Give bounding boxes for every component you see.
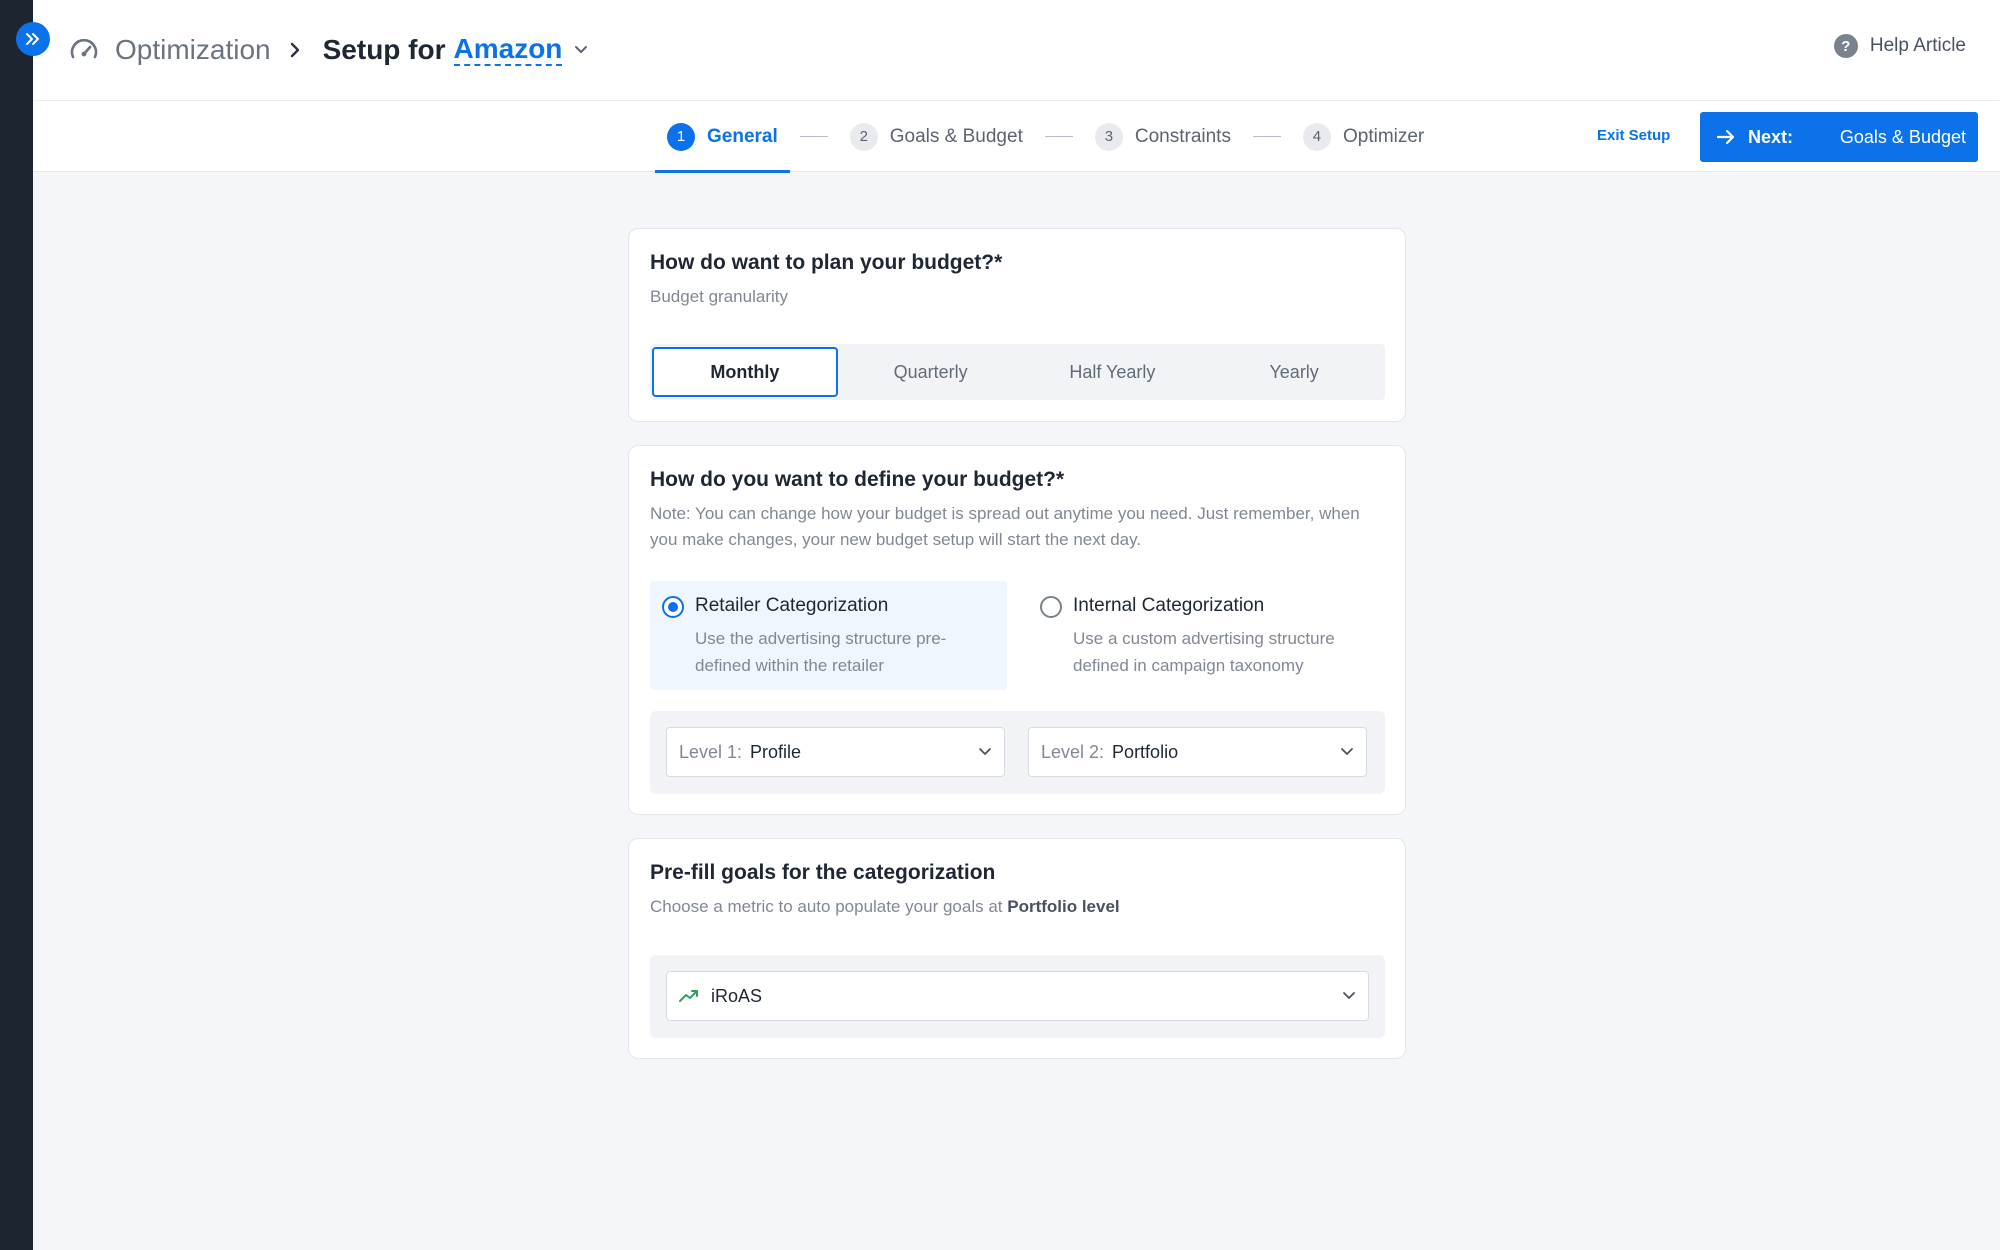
- prefill-goals-card: Pre-fill goals for the categorization Ch…: [628, 838, 1406, 1059]
- step-label: Goals & Budget: [889, 125, 1023, 147]
- internal-categorization-option[interactable]: Internal Categorization Use a custom adv…: [1028, 581, 1385, 690]
- next-button[interactable]: Next: Goals & Budget: [1700, 112, 1978, 162]
- chevron-down-icon: [978, 747, 992, 757]
- plan-budget-title: How do want to plan your budget?*: [650, 251, 1003, 274]
- help-label: Help Article: [1869, 35, 1966, 56]
- expand-sidebar-button[interactable]: [16, 22, 50, 56]
- step-label: General: [707, 125, 778, 147]
- retailer-categorization-radio[interactable]: [662, 596, 684, 618]
- plan-budget-subtitle: Budget granularity: [650, 287, 788, 306]
- define-budget-title: How do you want to define your budget?*: [650, 468, 1065, 491]
- internal-categorization-desc: Use a custom advertising structure defin…: [1073, 629, 1335, 675]
- step-number: 1: [667, 122, 695, 151]
- metric-value: iRoAS: [711, 985, 763, 1006]
- exit-setup-button[interactable]: Exit Setup: [1597, 127, 1670, 144]
- step-divider: [1252, 136, 1281, 137]
- step-general[interactable]: 1 General: [655, 101, 790, 173]
- level-2-select[interactable]: Level 2: Portfolio: [1028, 727, 1367, 777]
- help-article-link[interactable]: ? Help Article: [1833, 34, 1966, 58]
- step-optimizer[interactable]: 4 Optimizer: [1291, 101, 1436, 172]
- trend-up-icon: [679, 989, 699, 1003]
- level-1-key: Level 1:: [679, 741, 743, 762]
- level-1-value: Profile: [750, 741, 802, 762]
- next-label: Next:: [1748, 126, 1794, 147]
- step-divider: [799, 136, 828, 137]
- step-constraints[interactable]: 3 Constraints: [1083, 101, 1243, 172]
- breadcrumb: Optimization Setup for Amazon: [68, 28, 588, 72]
- step-goals-budget[interactable]: 2 Goals & Budget: [838, 101, 1035, 172]
- next-target: Goals & Budget: [1839, 126, 1966, 147]
- stepper-bar: 1 General 2 Goals & Budget 3 Constraints…: [33, 101, 2000, 173]
- define-budget-card: How do you want to define your budget?* …: [628, 445, 1406, 815]
- expand-icon: [26, 33, 39, 45]
- breadcrumb-section[interactable]: Optimization: [115, 34, 271, 66]
- internal-categorization-radio[interactable]: [1040, 596, 1062, 618]
- granularity-segmented-control: Monthly Quarterly Half Yearly Yearly: [650, 344, 1385, 400]
- metric-panel: iRoAS: [650, 955, 1385, 1038]
- page-title: Setup for: [322, 34, 446, 65]
- level-2-key: Level 2:: [1041, 741, 1105, 762]
- define-budget-note: Note: You can change how your budget is …: [650, 504, 1360, 549]
- retailer-selector[interactable]: Amazon: [453, 34, 563, 66]
- metric-select[interactable]: iRoAS: [666, 971, 1369, 1021]
- stepper: 1 General 2 Goals & Budget 3 Constraints…: [655, 101, 1436, 173]
- chevron-right-icon: [289, 41, 301, 59]
- level-2-value: Portfolio: [1112, 741, 1179, 762]
- left-sidebar: [0, 0, 33, 1250]
- prefill-goals-title: Pre-fill goals for the categorization: [650, 861, 996, 884]
- retailer-categorization-desc: Use the advertising structure pre-define…: [695, 629, 947, 675]
- chevron-down-icon: [1342, 991, 1356, 1001]
- granularity-option-yearly[interactable]: Yearly: [1203, 344, 1385, 400]
- step-label: Constraints: [1134, 125, 1231, 147]
- prefill-subtitle-level: Portfolio level: [1007, 897, 1120, 916]
- levels-panel: Level 1: Profile Level 2: Portfolio: [650, 711, 1385, 794]
- retailer-categorization-title: Retailer Categorization: [695, 595, 889, 616]
- granularity-option-monthly[interactable]: Monthly: [652, 347, 838, 397]
- granularity-option-quarterly[interactable]: Quarterly: [840, 344, 1022, 400]
- step-number: 4: [1302, 122, 1331, 151]
- step-number: 3: [1094, 122, 1123, 151]
- arrow-right-icon: [1716, 128, 1736, 146]
- prefill-goals-subtitle: Choose a metric to auto populate your go…: [650, 894, 1120, 920]
- chevron-down-icon: [1340, 747, 1354, 757]
- help-icon: ?: [1833, 34, 1858, 58]
- top-header: Optimization Setup for Amazon ? Help Art…: [33, 0, 2000, 100]
- step-number: 2: [849, 122, 878, 151]
- prefill-subtitle-prefix: Choose a metric to auto populate your go…: [650, 897, 1003, 916]
- retailer-categorization-option[interactable]: Retailer Categorization Use the advertis…: [650, 581, 1007, 690]
- internal-categorization-title: Internal Categorization: [1073, 595, 1265, 616]
- step-divider: [1044, 136, 1073, 137]
- dashboard-icon: [68, 34, 100, 66]
- level-1-select[interactable]: Level 1: Profile: [666, 727, 1005, 777]
- chevron-down-icon[interactable]: [574, 45, 588, 55]
- granularity-option-half-yearly[interactable]: Half Yearly: [1022, 344, 1204, 400]
- step-label: Optimizer: [1342, 125, 1425, 147]
- plan-budget-card: How do want to plan your budget?* Budget…: [628, 228, 1406, 422]
